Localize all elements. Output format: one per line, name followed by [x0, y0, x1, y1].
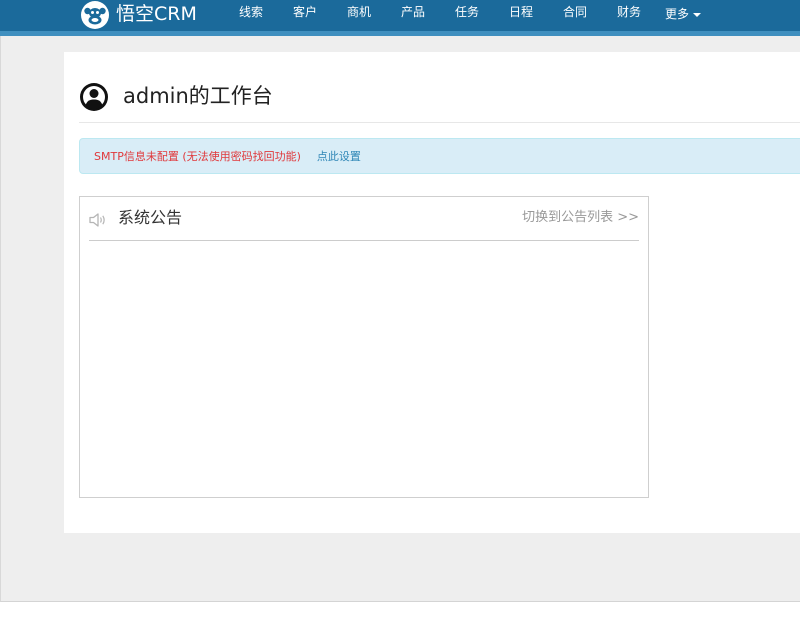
nav-item-products[interactable]: 产品 — [386, 0, 440, 28]
nav-item-opportunities[interactable]: 商机 — [332, 0, 386, 28]
announcement-panel: 系统公告 切换到公告列表 >> — [79, 196, 649, 498]
brand[interactable]: 悟空CRM — [80, 0, 197, 29]
title-divider — [79, 122, 800, 123]
announcement-title: 系统公告 — [118, 208, 183, 227]
alert-message: SMTP信息未配置 (无法使用密码找回功能) — [94, 150, 301, 163]
nav-item-customers[interactable]: 客户 — [278, 0, 332, 28]
nav-item-contracts[interactable]: 合同 — [548, 0, 602, 28]
announcement-list-link[interactable]: 切换到公告列表 >> — [522, 209, 639, 227]
page-title: admin的工作台 — [123, 84, 273, 108]
smtp-alert: SMTP信息未配置 (无法使用密码找回功能) 点此设置 — [79, 138, 800, 174]
nav-more-label: 更多 — [664, 7, 689, 21]
monkey-logo-icon — [81, 0, 109, 29]
nav-item-tasks[interactable]: 任务 — [440, 0, 494, 28]
main-nav: 线索 客户 商机 产品 任务 日程 合同 财务 更多 — [224, 0, 710, 28]
caret-down-icon — [693, 12, 701, 17]
smtp-settings-link[interactable]: 点此设置 — [317, 148, 361, 164]
announcement-header: 系统公告 切换到公告列表 >> — [89, 197, 639, 241]
top-navbar: 悟空CRM 线索 客户 商机 产品 任务 日程 合同 财务 更多 — [0, 0, 800, 36]
speaker-icon — [89, 213, 105, 227]
nav-item-leads[interactable]: 线索 — [224, 0, 278, 28]
nav-item-schedule[interactable]: 日程 — [494, 0, 548, 28]
nav-item-finance[interactable]: 财务 — [602, 0, 656, 28]
nav-item-more[interactable]: 更多 — [656, 0, 710, 28]
user-avatar-icon — [80, 83, 108, 111]
brand-name: 悟空CRM — [116, 3, 197, 25]
